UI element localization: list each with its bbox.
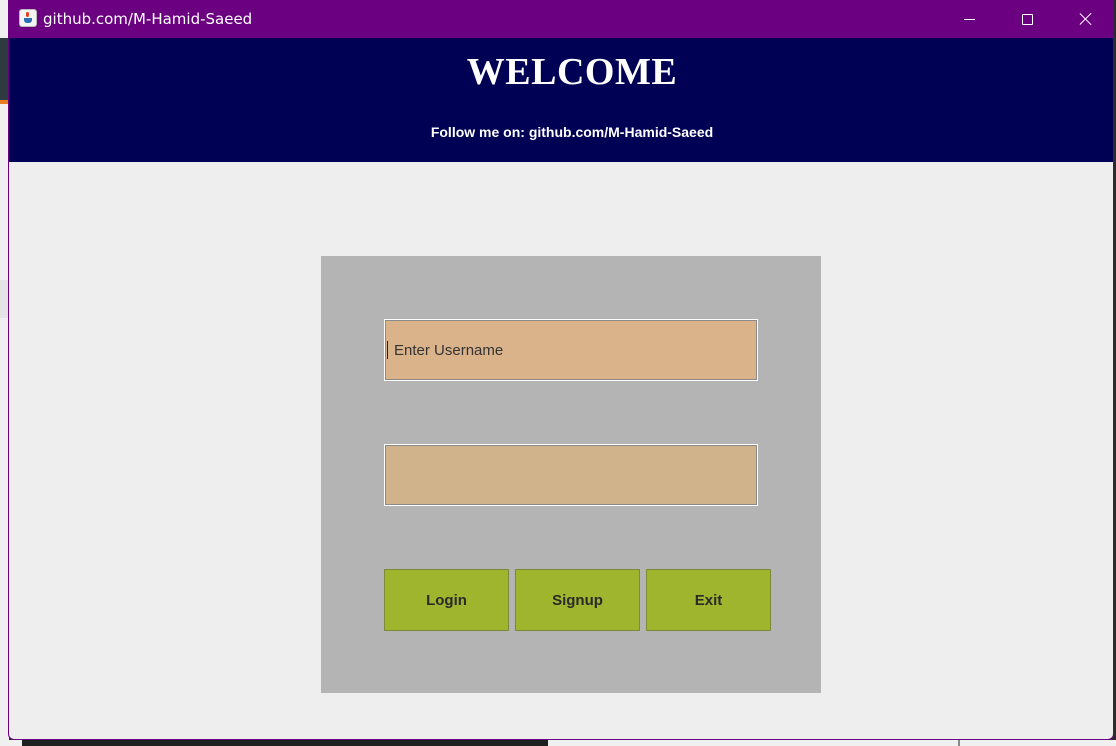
app-window: github.com/M-Hamid-Saeed WELCOME Follow … bbox=[8, 0, 1114, 740]
maximize-button[interactable] bbox=[998, 0, 1056, 38]
desktop-divider bbox=[958, 740, 960, 746]
exit-button[interactable]: Exit bbox=[646, 569, 771, 631]
minimize-button[interactable] bbox=[940, 0, 998, 38]
minimize-icon bbox=[963, 18, 975, 20]
username-input[interactable] bbox=[384, 319, 758, 381]
close-button[interactable] bbox=[1057, 0, 1113, 38]
welcome-title: WELCOME bbox=[466, 51, 678, 93]
title-bar[interactable]: github.com/M-Hamid-Saeed bbox=[9, 0, 1113, 38]
password-input[interactable] bbox=[384, 444, 758, 506]
java-app-icon bbox=[19, 9, 37, 27]
maximize-icon bbox=[1021, 13, 1033, 25]
desktop-background-bottom bbox=[0, 740, 1116, 746]
signup-button[interactable]: Signup bbox=[515, 569, 640, 631]
close-icon bbox=[1079, 12, 1093, 26]
welcome-header: WELCOME Follow me on: github.com/M-Hamid… bbox=[9, 38, 1113, 162]
follow-subtitle: Follow me on: github.com/M-Hamid-Saeed bbox=[430, 124, 714, 140]
text-caret bbox=[387, 341, 388, 359]
login-panel: Login Signup Exit bbox=[321, 256, 821, 693]
window-title: github.com/M-Hamid-Saeed bbox=[43, 10, 253, 28]
desktop-taskbar-fragment bbox=[22, 740, 548, 746]
login-button[interactable]: Login bbox=[384, 569, 509, 631]
